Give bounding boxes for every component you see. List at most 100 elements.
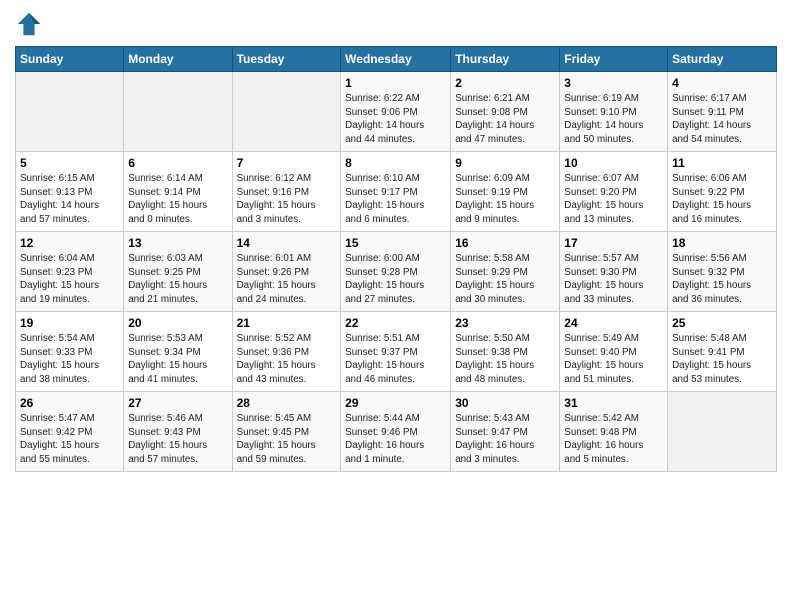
week-row-2: 5 Sunrise: 6:15 AM Sunset: 9:13 PM Daylig… xyxy=(16,152,777,232)
day-cell: 15 Sunrise: 6:00 AM Sunset: 9:28 PM Dayli… xyxy=(341,232,451,312)
day-cell: 8 Sunrise: 6:10 AM Sunset: 9:17 PM Daylig… xyxy=(341,152,451,232)
day-info: Sunrise: 5:57 AM Sunset: 9:30 PM Dayligh… xyxy=(564,252,663,307)
week-row-5: 26 Sunrise: 5:47 AM Sunset: 9:42 PM Dayli… xyxy=(16,392,777,472)
day-number: 9 xyxy=(455,156,555,170)
day-cell: 21Sunrise: 5:52 AM Sunset: 9:36 PM Dayli… xyxy=(232,312,341,392)
day-cell: 14 Sunrise: 6:01 AM Sunset: 9:26 PM Dayli… xyxy=(232,232,341,312)
day-info: Sunrise: 5:54 AM Sunset: 9:33 PM Dayligh… xyxy=(20,332,119,387)
day-number: 14 xyxy=(237,236,337,250)
day-cell: 22Sunrise: 5:51 AM Sunset: 9:37 PM Dayli… xyxy=(341,312,451,392)
day-number: 25 xyxy=(672,316,772,330)
day-info: Sunrise: 5:47 AM Sunset: 9:42 PM Dayligh… xyxy=(20,412,119,467)
day-cell: 16Sunrise: 5:58 AM Sunset: 9:29 PM Dayli… xyxy=(451,232,560,312)
day-number: 17 xyxy=(564,236,663,250)
day-info: Sunrise: 5:46 AM Sunset: 9:43 PM Dayligh… xyxy=(128,412,227,467)
day-number: 13 xyxy=(128,236,227,250)
day-number: 29 xyxy=(345,396,446,410)
week-row-1: 1 Sunrise: 6:22 AM Sunset: 9:06 PM Daylig… xyxy=(16,72,777,152)
day-info: Sunrise: 6:19 AM Sunset: 9:10 PM Dayligh… xyxy=(564,92,663,147)
day-number: 22 xyxy=(345,316,446,330)
day-number: 2 xyxy=(455,76,555,90)
day-info: Sunrise: 6:09 AM Sunset: 9:19 PM Dayligh… xyxy=(455,172,555,227)
day-cell: 9 Sunrise: 6:09 AM Sunset: 9:19 PM Daylig… xyxy=(451,152,560,232)
day-info: Sunrise: 6:04 AM Sunset: 9:23 PM Dayligh… xyxy=(20,252,119,307)
week-row-3: 12 Sunrise: 6:04 AM Sunset: 9:23 PM Dayli… xyxy=(16,232,777,312)
day-cell: 2 Sunrise: 6:21 AM Sunset: 9:08 PM Daylig… xyxy=(451,72,560,152)
day-info: Sunrise: 6:12 AM Sunset: 9:16 PM Dayligh… xyxy=(237,172,337,227)
day-info: Sunrise: 5:42 AM Sunset: 9:48 PM Dayligh… xyxy=(564,412,663,467)
day-number: 31 xyxy=(564,396,663,410)
day-info: Sunrise: 6:01 AM Sunset: 9:26 PM Dayligh… xyxy=(237,252,337,307)
day-info: Sunrise: 6:22 AM Sunset: 9:06 PM Dayligh… xyxy=(345,92,446,147)
day-number: 1 xyxy=(345,76,446,90)
day-number: 7 xyxy=(237,156,337,170)
day-number: 19 xyxy=(20,316,119,330)
day-cell: 25Sunrise: 5:48 AM Sunset: 9:41 PM Dayli… xyxy=(668,312,777,392)
header-row: SundayMondayTuesdayWednesdayThursdayFrid… xyxy=(16,47,777,72)
day-cell: 30Sunrise: 5:43 AM Sunset: 9:47 PM Dayli… xyxy=(451,392,560,472)
day-cell: 26 Sunrise: 5:47 AM Sunset: 9:42 PM Dayli… xyxy=(16,392,124,472)
day-cell: 28 Sunrise: 5:45 AM Sunset: 9:45 PM Dayli… xyxy=(232,392,341,472)
day-info: Sunrise: 5:44 AM Sunset: 9:46 PM Dayligh… xyxy=(345,412,446,467)
day-cell xyxy=(232,72,341,152)
day-number: 3 xyxy=(564,76,663,90)
day-cell: 12 Sunrise: 6:04 AM Sunset: 9:23 PM Dayli… xyxy=(16,232,124,312)
week-row-4: 19 Sunrise: 5:54 AM Sunset: 9:33 PM Dayli… xyxy=(16,312,777,392)
day-info: Sunrise: 6:21 AM Sunset: 9:08 PM Dayligh… xyxy=(455,92,555,147)
day-cell: 27Sunrise: 5:46 AM Sunset: 9:43 PM Dayli… xyxy=(124,392,232,472)
day-number: 15 xyxy=(345,236,446,250)
day-info: Sunrise: 6:15 AM Sunset: 9:13 PM Dayligh… xyxy=(20,172,119,227)
day-info: Sunrise: 6:06 AM Sunset: 9:22 PM Dayligh… xyxy=(672,172,772,227)
day-cell xyxy=(668,392,777,472)
day-cell: 10 Sunrise: 6:07 AM Sunset: 9:20 PM Dayli… xyxy=(560,152,668,232)
column-header-wednesday: Wednesday xyxy=(341,47,451,72)
logo xyxy=(15,10,47,38)
day-cell: 31 Sunrise: 5:42 AM Sunset: 9:48 PM Dayli… xyxy=(560,392,668,472)
calendar-table: SundayMondayTuesdayWednesdayThursdayFrid… xyxy=(15,46,777,472)
day-info: Sunrise: 6:07 AM Sunset: 9:20 PM Dayligh… xyxy=(564,172,663,227)
day-cell: 17 Sunrise: 5:57 AM Sunset: 9:30 PM Dayli… xyxy=(560,232,668,312)
day-cell: 7 Sunrise: 6:12 AM Sunset: 9:16 PM Daylig… xyxy=(232,152,341,232)
day-number: 6 xyxy=(128,156,227,170)
calendar-body: 1 Sunrise: 6:22 AM Sunset: 9:06 PM Daylig… xyxy=(16,72,777,472)
column-header-friday: Friday xyxy=(560,47,668,72)
day-number: 28 xyxy=(237,396,337,410)
column-header-tuesday: Tuesday xyxy=(232,47,341,72)
page-container: SundayMondayTuesdayWednesdayThursdayFrid… xyxy=(0,0,792,482)
day-info: Sunrise: 6:00 AM Sunset: 9:28 PM Dayligh… xyxy=(345,252,446,307)
day-cell xyxy=(124,72,232,152)
day-cell: 4 Sunrise: 6:17 AM Sunset: 9:11 PM Daylig… xyxy=(668,72,777,152)
day-info: Sunrise: 5:58 AM Sunset: 9:29 PM Dayligh… xyxy=(455,252,555,307)
day-info: Sunrise: 5:56 AM Sunset: 9:32 PM Dayligh… xyxy=(672,252,772,307)
day-number: 4 xyxy=(672,76,772,90)
day-number: 23 xyxy=(455,316,555,330)
column-header-saturday: Saturday xyxy=(668,47,777,72)
day-info: Sunrise: 5:53 AM Sunset: 9:34 PM Dayligh… xyxy=(128,332,227,387)
page-header xyxy=(15,10,777,38)
logo-icon xyxy=(15,10,43,38)
day-info: Sunrise: 6:03 AM Sunset: 9:25 PM Dayligh… xyxy=(128,252,227,307)
day-cell: 24 Sunrise: 5:49 AM Sunset: 9:40 PM Dayli… xyxy=(560,312,668,392)
day-number: 5 xyxy=(20,156,119,170)
day-info: Sunrise: 6:14 AM Sunset: 9:14 PM Dayligh… xyxy=(128,172,227,227)
column-header-sunday: Sunday xyxy=(16,47,124,72)
day-cell: 13 Sunrise: 6:03 AM Sunset: 9:25 PM Dayli… xyxy=(124,232,232,312)
day-number: 8 xyxy=(345,156,446,170)
day-cell: 5 Sunrise: 6:15 AM Sunset: 9:13 PM Daylig… xyxy=(16,152,124,232)
day-number: 10 xyxy=(564,156,663,170)
day-cell: 1 Sunrise: 6:22 AM Sunset: 9:06 PM Daylig… xyxy=(341,72,451,152)
day-number: 30 xyxy=(455,396,555,410)
day-number: 26 xyxy=(20,396,119,410)
day-cell: 23Sunrise: 5:50 AM Sunset: 9:38 PM Dayli… xyxy=(451,312,560,392)
day-cell: 18 Sunrise: 5:56 AM Sunset: 9:32 PM Dayli… xyxy=(668,232,777,312)
day-info: Sunrise: 6:17 AM Sunset: 9:11 PM Dayligh… xyxy=(672,92,772,147)
day-info: Sunrise: 5:49 AM Sunset: 9:40 PM Dayligh… xyxy=(564,332,663,387)
day-number: 21 xyxy=(237,316,337,330)
day-info: Sunrise: 6:10 AM Sunset: 9:17 PM Dayligh… xyxy=(345,172,446,227)
day-number: 11 xyxy=(672,156,772,170)
day-number: 12 xyxy=(20,236,119,250)
day-cell xyxy=(16,72,124,152)
day-number: 18 xyxy=(672,236,772,250)
day-number: 24 xyxy=(564,316,663,330)
day-info: Sunrise: 5:45 AM Sunset: 9:45 PM Dayligh… xyxy=(237,412,337,467)
